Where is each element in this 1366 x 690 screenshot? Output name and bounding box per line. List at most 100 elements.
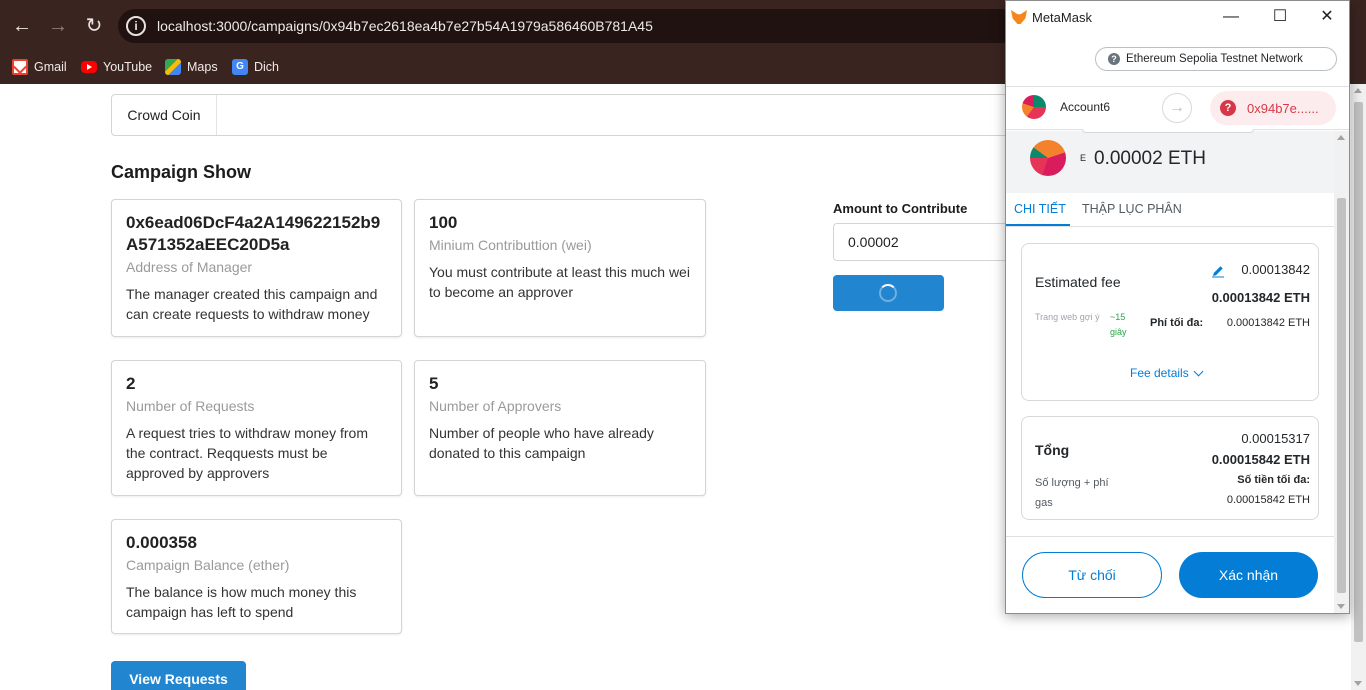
youtube-icon xyxy=(81,61,97,73)
estimated-fee-title: Estimated fee xyxy=(1035,274,1121,290)
maximize-icon[interactable]: ☐ xyxy=(1257,5,1303,29)
card-description: The manager created this campaign and ca… xyxy=(126,286,378,322)
fee-details-label: Fee details xyxy=(1130,366,1189,380)
estimated-fee-eth: 0.00013842 ETH xyxy=(1211,290,1310,305)
card-manager-address: 0x6ead06DcF4a2A149622152b9A571352aEEC20D… xyxy=(111,199,402,337)
loading-spinner-icon xyxy=(879,284,897,302)
contribute-amount-input[interactable]: 0.00002 xyxy=(833,223,1013,261)
forward-button[interactable]: → xyxy=(46,14,70,38)
total-title: Tổng xyxy=(1035,442,1070,458)
metamask-fox-icon xyxy=(1011,10,1027,24)
bookmark-label: Dich xyxy=(254,60,280,74)
view-requests-button[interactable]: View Requests xyxy=(111,661,246,690)
tab-details[interactable]: CHI TIẾT xyxy=(1014,202,1066,216)
scroll-down-icon[interactable] xyxy=(1337,604,1345,609)
network-row: ? Ethereum Sepolia Testnet Network xyxy=(1006,33,1349,87)
minimize-icon[interactable]: — xyxy=(1208,5,1254,29)
bookmark-label: Maps xyxy=(187,60,218,74)
bookmark-label: Gmail xyxy=(34,60,67,74)
transaction-amount: E 0.00002 ETH xyxy=(1006,129,1334,193)
total-box: Tổng 0.00015317 0.00015842 ETH Số lượng … xyxy=(1021,416,1319,520)
account-avatar xyxy=(1022,95,1046,119)
scrollbar-thumb[interactable] xyxy=(1354,102,1363,642)
top-menu: Crowd Coin xyxy=(111,94,1111,136)
card-header: 100 xyxy=(429,213,458,232)
bookmark-maps[interactable]: Maps xyxy=(165,57,218,77)
arrow-right-icon: → xyxy=(1162,93,1192,123)
bookmark-label: YouTube xyxy=(103,60,153,74)
total-eth: 0.00015842 ETH xyxy=(1211,452,1310,467)
card-description: Number of people who have already donate… xyxy=(429,425,654,461)
page-scrollbar[interactable] xyxy=(1351,84,1366,690)
confirm-button[interactable]: Xác nhận xyxy=(1179,552,1318,598)
eth-mark: E xyxy=(1080,153,1087,163)
recipient-address-text: 0x94b7e...... xyxy=(1247,101,1319,116)
card-meta: Number of Approvers xyxy=(429,398,562,414)
help-icon: ? xyxy=(1108,53,1120,65)
max-amount-value: 0.00015842 ETH xyxy=(1226,494,1310,506)
site-info-icon[interactable]: i xyxy=(126,16,146,36)
maps-icon xyxy=(165,59,181,75)
footer-divider xyxy=(1006,536,1334,537)
max-fee-value: 0.00013842 ETH xyxy=(1226,317,1310,329)
bookmark-dich[interactable]: G Dich xyxy=(232,57,279,77)
card-meta: Minium Contributtion (wei) xyxy=(429,237,592,253)
network-selector[interactable]: ? Ethereum Sepolia Testnet Network xyxy=(1095,47,1337,71)
max-fee-label: Phí tối đa: xyxy=(1150,317,1204,329)
contribute-button[interactable] xyxy=(833,275,944,311)
fee-details-link[interactable]: Fee details xyxy=(1130,366,1204,380)
card-meta: Campaign Balance (ether) xyxy=(126,557,290,573)
card-minimum-contribution: 100 Minium Contributtion (wei) You must … xyxy=(414,199,706,337)
card-header: 2 xyxy=(126,374,136,393)
estimated-fee-fiat: 0.00013842 xyxy=(1241,262,1310,277)
scrollbar-thumb[interactable] xyxy=(1337,198,1346,593)
card-number-of-requests: 2 Number of Requests A request tries to … xyxy=(111,360,402,496)
amount-plus-gas-label: Số lượng + phí gas xyxy=(1035,477,1109,509)
metamask-scrollbar[interactable] xyxy=(1334,131,1349,613)
scroll-down-icon[interactable] xyxy=(1354,681,1362,686)
origin-tab xyxy=(1082,129,1254,133)
contribute-label: Amount to Contribute xyxy=(833,201,968,216)
site-origin-icon xyxy=(1030,140,1066,176)
scroll-up-icon[interactable] xyxy=(1337,135,1345,140)
card-campaign-balance: 0.000358 Campaign Balance (ether) The ba… xyxy=(111,519,402,634)
card-header: 5 xyxy=(429,374,439,393)
page-title: Campaign Show xyxy=(111,162,252,182)
card-description: The balance is how much money this campa… xyxy=(126,584,357,620)
card-description: You must contribute at least this much w… xyxy=(429,264,690,300)
translate-icon: G xyxy=(232,59,248,75)
back-button[interactable]: ← xyxy=(10,14,34,38)
card-meta: Number of Requests xyxy=(126,398,255,414)
reject-button[interactable]: Từ chối xyxy=(1022,552,1162,598)
card-header: 0x6ead06DcF4a2A149622152b9A571352aEEC20D… xyxy=(126,213,381,254)
metamask-titlebar: MetaMask — ☐ ✕ xyxy=(1006,1,1349,33)
network-name: Ethereum Sepolia Testnet Network xyxy=(1126,53,1303,65)
bookmark-gmail[interactable]: Gmail xyxy=(12,57,67,77)
account-name[interactable]: Account6 xyxy=(1060,100,1110,114)
chevron-down-icon xyxy=(1193,366,1204,377)
card-meta: Address of Manager xyxy=(126,259,253,275)
card-description: A request tries to withdraw money from t… xyxy=(126,425,368,481)
active-tab-indicator xyxy=(1006,224,1070,226)
scroll-up-icon[interactable] xyxy=(1354,88,1362,93)
detail-tabs: CHI TIẾT THẬP LỤC PHÂN xyxy=(1006,193,1334,227)
max-amount-label: Số tiền tối đa: xyxy=(1237,474,1310,486)
estimated-time: ~15 giây xyxy=(1110,312,1127,337)
address-bar[interactable]: i localhost:3000/campaigns/0x94b7ec2618e… xyxy=(118,9,1018,43)
close-icon[interactable]: ✕ xyxy=(1304,5,1349,29)
site-suggested-label: Trang web gợi ý xyxy=(1035,312,1100,322)
url-text: localhost:3000/campaigns/0x94b7ec2618ea4… xyxy=(157,18,653,34)
menu-item-crowd-coin[interactable]: Crowd Coin xyxy=(112,95,217,135)
recipient-address[interactable]: ? 0x94b7e...... xyxy=(1210,91,1336,125)
bookmark-youtube[interactable]: YouTube xyxy=(81,57,152,77)
amount-value: 0.00002 ETH xyxy=(1094,148,1206,169)
estimated-fee-box: Estimated fee 0.00013842 0.00013842 ETH … xyxy=(1021,243,1319,401)
question-icon: ? xyxy=(1220,100,1236,116)
gmail-icon xyxy=(12,59,28,75)
card-header: 0.000358 xyxy=(126,533,197,552)
edit-pencil-icon[interactable] xyxy=(1211,264,1225,278)
window-title: MetaMask xyxy=(1032,10,1092,25)
total-fiat: 0.00015317 xyxy=(1241,431,1310,446)
reload-button[interactable]: ↻ xyxy=(82,14,106,38)
tab-hex-data[interactable]: THẬP LỤC PHÂN xyxy=(1082,202,1182,216)
